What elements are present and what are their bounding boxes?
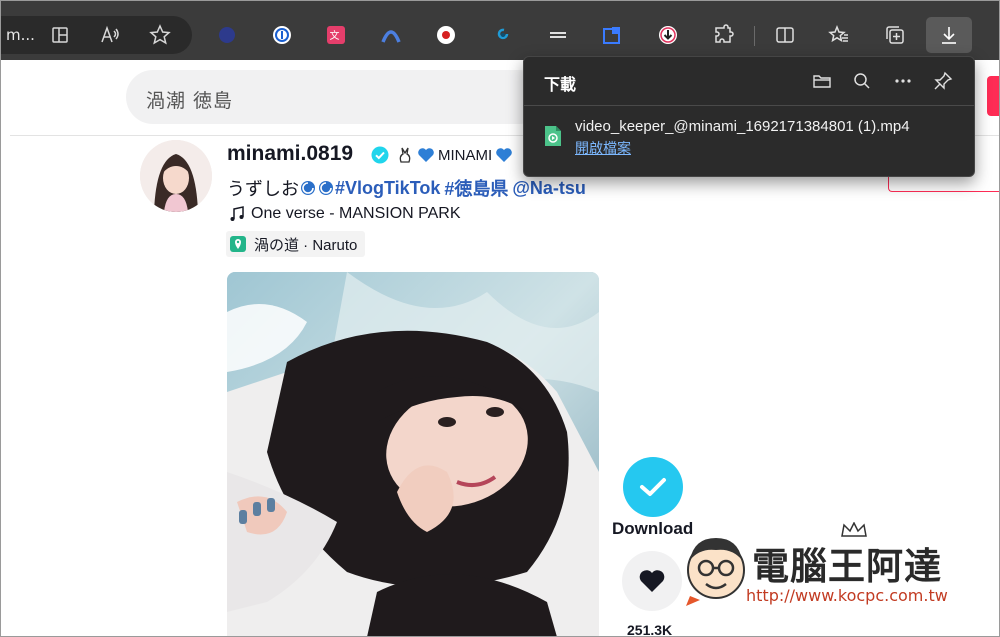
open-folder-icon[interactable] <box>810 69 834 93</box>
video-player[interactable] <box>227 272 599 637</box>
nickname: MINAMI <box>396 146 513 164</box>
downloads-title: 下載 <box>544 75 577 94</box>
collections-icon[interactable] <box>878 18 912 52</box>
open-file-link[interactable]: 開啟檔案 <box>575 138 631 158</box>
address-text: m... <box>6 26 35 44</box>
download-file-name[interactable]: video_keeper_@minami_1692171384801 (1).m… <box>575 118 910 135</box>
svg-text:文: 文 <box>330 29 340 42</box>
watermark-title: 電腦王阿達 <box>752 545 942 588</box>
picture-in-picture-icon[interactable] <box>598 21 626 49</box>
search-icon[interactable] <box>850 69 874 93</box>
firefox-like-icon[interactable] <box>213 21 241 49</box>
favorite-star-icon[interactable] <box>146 21 174 49</box>
tiktok-icon[interactable] <box>490 21 518 49</box>
blue-heart-icon-2 <box>496 148 512 162</box>
search-input[interactable]: 渦潮 徳島 <box>126 70 546 124</box>
translate-icon[interactable]: 文 <box>322 21 350 49</box>
upload-button[interactable] <box>987 76 1000 116</box>
address-bar[interactable]: m... <box>0 16 192 54</box>
reader-grid-icon[interactable] <box>46 21 74 49</box>
scroll-icon[interactable] <box>544 21 572 49</box>
verified-badge-icon <box>371 146 389 164</box>
1password-icon[interactable] <box>268 21 296 49</box>
downloads-icon[interactable] <box>926 17 972 53</box>
heart-icon <box>639 570 665 592</box>
blue-heart-icon <box>418 148 434 162</box>
browser-toolbar: m... 文 <box>0 0 1000 60</box>
post-description: うずしお #VlogTikTok #徳島県 @Na-tsu <box>227 175 586 201</box>
location-pin-icon <box>230 236 246 252</box>
like-button[interactable] <box>622 551 682 611</box>
site-watermark: 電腦王阿達 http://www.kocpc.com.tw <box>676 520 966 610</box>
rabbit-emoji-icon <box>399 147 411 163</box>
video-file-icon <box>545 126 561 146</box>
mascot-logo-icon <box>684 536 748 606</box>
split-screen-icon[interactable] <box>768 18 802 52</box>
cyclone-emoji-icon <box>301 181 315 195</box>
music-title: One verse - MANSION PARK <box>251 205 461 222</box>
downloads-panel: 下載 video_keeper_@minami_1692171384801 (1… <box>523 56 975 177</box>
pin-icon[interactable] <box>931 69 955 93</box>
more-options-icon[interactable] <box>891 69 915 93</box>
like-count: 251.3K <box>627 622 673 637</box>
music-note-icon <box>230 206 244 221</box>
location-chip[interactable]: 渦の道 · Naruto <box>226 231 366 257</box>
checkmark-icon <box>640 478 666 496</box>
search-query: 渦潮 徳島 <box>146 90 234 112</box>
watermark-url: http://www.kocpc.com.tw <box>746 586 948 605</box>
music-link[interactable]: One verse - MANSION PARK <box>229 205 461 223</box>
download-button[interactable] <box>623 457 683 517</box>
username[interactable]: minami.0819 <box>227 142 353 166</box>
downloads-divider <box>524 105 974 106</box>
download-helper-icon[interactable] <box>654 21 682 49</box>
hashtag-link[interactable]: #VlogTikTok <box>335 178 440 199</box>
mention-link[interactable]: @Na-tsu <box>512 178 586 199</box>
avatar[interactable] <box>140 140 212 212</box>
nickname-text: MINAMI <box>438 146 493 164</box>
location-text: 渦の道 · Naruto <box>254 236 358 254</box>
record-icon[interactable] <box>432 21 460 49</box>
extensions-icon[interactable] <box>706 18 740 52</box>
cyclone-emoji-icon-2 <box>319 181 333 195</box>
arc-icon[interactable] <box>377 21 405 49</box>
toolbar-divider <box>754 26 755 46</box>
hashtag-link-2[interactable]: #徳島県 <box>444 175 508 201</box>
desc-text: うずしお <box>227 179 299 199</box>
read-aloud-icon[interactable] <box>96 21 124 49</box>
favorites-icon[interactable] <box>822 18 856 52</box>
